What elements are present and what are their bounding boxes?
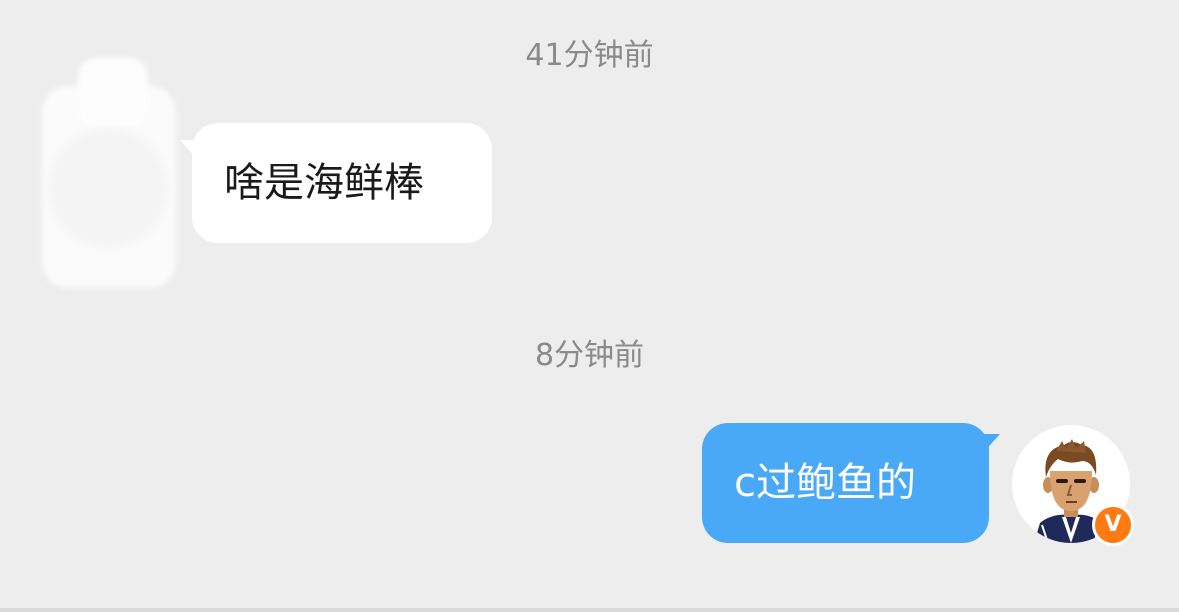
chat-view: 41分钟前 啥是海鲜棒 8分钟前 c过鲍鱼的 V xyxy=(0,0,1179,612)
divider xyxy=(0,608,1179,612)
outgoing-message-bubble[interactable]: c过鲍鱼的 xyxy=(702,423,989,543)
timestamp: 8分钟前 xyxy=(534,338,645,373)
timestamp: 41分钟前 xyxy=(525,38,654,73)
vip-badge-icon: V xyxy=(1092,504,1134,546)
contact-avatar[interactable] xyxy=(42,58,176,290)
avatar-blur-circle xyxy=(48,128,168,248)
message-text: 啥是海鲜棒 xyxy=(224,160,424,206)
avatar-blur-area xyxy=(78,58,148,128)
message-text: c过鲍鱼的 xyxy=(734,460,916,506)
incoming-message-bubble[interactable]: 啥是海鲜棒 xyxy=(192,123,492,243)
